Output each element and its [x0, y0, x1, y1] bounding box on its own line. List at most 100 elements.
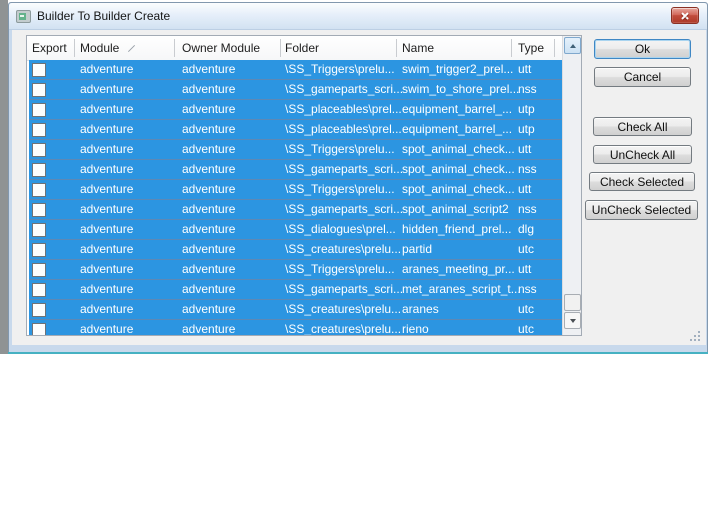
cell-module: adventure — [80, 122, 134, 136]
export-checkbox[interactable] — [32, 203, 46, 217]
table-row[interactable]: adventure adventure \SS_gameparts_scri..… — [29, 280, 562, 300]
cell-owner-module: adventure — [182, 202, 236, 216]
export-checkbox[interactable] — [32, 63, 46, 77]
cell-name: met_aranes_script_t... — [402, 282, 521, 296]
cell-folder: \SS_creatures\prelu... — [285, 302, 402, 316]
column-divider[interactable] — [280, 39, 281, 57]
scroll-up-button[interactable] — [564, 37, 581, 54]
cell-owner-module: adventure — [182, 322, 236, 335]
cell-folder: \SS_Triggers\prelu... — [285, 262, 395, 276]
cell-owner-module: adventure — [182, 122, 236, 136]
cell-folder: \SS_placeables\prel... — [285, 122, 402, 136]
table-row[interactable]: adventure adventure \SS_Triggers\prelu..… — [29, 180, 562, 200]
column-divider[interactable] — [396, 39, 397, 57]
check-selected-button[interactable]: Check Selected — [589, 172, 695, 191]
cell-owner-module: adventure — [182, 102, 236, 116]
cell-module: adventure — [80, 222, 134, 236]
export-checkbox[interactable] — [32, 323, 46, 335]
cell-type: nss — [518, 82, 537, 96]
table-row[interactable]: adventure adventure \SS_Triggers\prelu..… — [29, 140, 562, 160]
cell-type: nss — [518, 162, 537, 176]
cell-module: adventure — [80, 62, 134, 76]
cell-owner-module: adventure — [182, 282, 236, 296]
table-row[interactable]: adventure adventure \SS_placeables\prel.… — [29, 120, 562, 140]
export-checkbox[interactable] — [32, 163, 46, 177]
list-rows: adventure adventure \SS_Triggers\prelu..… — [29, 60, 562, 335]
cell-type: utt — [518, 182, 532, 196]
scrollbar-thumb[interactable] — [564, 294, 581, 311]
cell-owner-module: adventure — [182, 242, 236, 256]
export-checkbox[interactable] — [32, 243, 46, 257]
cell-type: utp — [518, 102, 535, 116]
dialog-window: Builder To Builder Create Export Module … — [8, 2, 708, 354]
close-icon — [672, 8, 698, 23]
cell-owner-module: adventure — [182, 82, 236, 96]
cell-module: adventure — [80, 322, 134, 335]
table-row[interactable]: adventure adventure \SS_Triggers\prelu..… — [29, 260, 562, 280]
table-row[interactable]: adventure adventure \SS_Triggers\prelu..… — [29, 60, 562, 80]
background-window-edge — [0, 0, 8, 354]
column-divider[interactable] — [511, 39, 512, 57]
cell-folder: \SS_gameparts_scri... — [285, 282, 404, 296]
export-checkbox[interactable] — [32, 183, 46, 197]
cell-folder: \SS_Triggers\prelu... — [285, 62, 395, 76]
cell-name: spot_animal_check... — [402, 142, 515, 156]
dialog-client-area: Export Module Owner Module Folder Name T… — [12, 30, 706, 345]
export-checkbox[interactable] — [32, 123, 46, 137]
cell-owner-module: adventure — [182, 142, 236, 156]
check-all-button[interactable]: Check All — [593, 117, 692, 136]
cell-owner-module: adventure — [182, 302, 236, 316]
column-divider[interactable] — [74, 39, 75, 57]
cell-module: adventure — [80, 182, 134, 196]
cell-name: aranes_meeting_pr... — [402, 262, 515, 276]
column-divider[interactable] — [554, 39, 555, 57]
export-checkbox[interactable] — [32, 303, 46, 317]
export-checkbox[interactable] — [32, 103, 46, 117]
cell-folder: \SS_dialogues\prel... — [285, 222, 396, 236]
vertical-scrollbar[interactable] — [562, 36, 581, 335]
table-row[interactable]: adventure adventure \SS_creatures\prelu.… — [29, 320, 562, 335]
cell-type: utc — [518, 322, 535, 335]
table-row[interactable]: adventure adventure \SS_gameparts_scri..… — [29, 160, 562, 180]
cell-name: aranes — [402, 302, 439, 316]
cell-folder: \SS_gameparts_scri... — [285, 162, 404, 176]
column-header-folder[interactable]: Folder — [285, 36, 319, 60]
table-row[interactable]: adventure adventure \SS_gameparts_scri..… — [29, 80, 562, 100]
cell-module: adventure — [80, 82, 134, 96]
table-row[interactable]: adventure adventure \SS_dialogues\prel..… — [29, 220, 562, 240]
column-header-export[interactable]: Export — [32, 36, 67, 60]
table-row[interactable]: adventure adventure \SS_gameparts_scri..… — [29, 200, 562, 220]
cell-name: hidden_friend_prel... — [402, 222, 512, 236]
column-header-module[interactable]: Module — [80, 36, 119, 60]
export-checkbox[interactable] — [32, 223, 46, 237]
cell-name: swim_to_shore_prel... — [402, 82, 520, 96]
close-button[interactable] — [671, 7, 699, 24]
column-divider[interactable] — [174, 39, 175, 57]
export-items-list: Export Module Owner Module Folder Name T… — [26, 35, 582, 336]
cell-type: dlg — [518, 222, 535, 236]
table-row[interactable]: adventure adventure \SS_creatures\prelu.… — [29, 240, 562, 260]
column-header-type[interactable]: Type — [518, 36, 544, 60]
ok-button[interactable]: Ok — [594, 39, 691, 59]
cell-folder: \SS_creatures\prelu... — [285, 322, 402, 335]
column-header-name[interactable]: Name — [402, 36, 434, 60]
table-row[interactable]: adventure adventure \SS_creatures\prelu.… — [29, 300, 562, 320]
cell-type: utp — [518, 122, 535, 136]
resize-grip[interactable] — [689, 330, 701, 342]
export-checkbox[interactable] — [32, 143, 46, 157]
column-header-owner-module[interactable]: Owner Module — [182, 36, 260, 60]
uncheck-all-button[interactable]: UnCheck All — [593, 145, 692, 164]
cell-type: nss — [518, 202, 537, 216]
cell-owner-module: adventure — [182, 62, 236, 76]
table-row[interactable]: adventure adventure \SS_placeables\prel.… — [29, 100, 562, 120]
export-checkbox[interactable] — [32, 263, 46, 277]
cell-folder: \SS_creatures\prelu... — [285, 242, 402, 256]
cell-module: adventure — [80, 102, 134, 116]
scroll-down-button[interactable] — [564, 312, 581, 329]
export-checkbox[interactable] — [32, 83, 46, 97]
title-bar[interactable]: Builder To Builder Create — [9, 3, 707, 30]
cell-type: utc — [518, 242, 535, 256]
uncheck-selected-button[interactable]: UnCheck Selected — [585, 200, 698, 220]
cancel-button[interactable]: Cancel — [594, 67, 691, 87]
export-checkbox[interactable] — [32, 283, 46, 297]
